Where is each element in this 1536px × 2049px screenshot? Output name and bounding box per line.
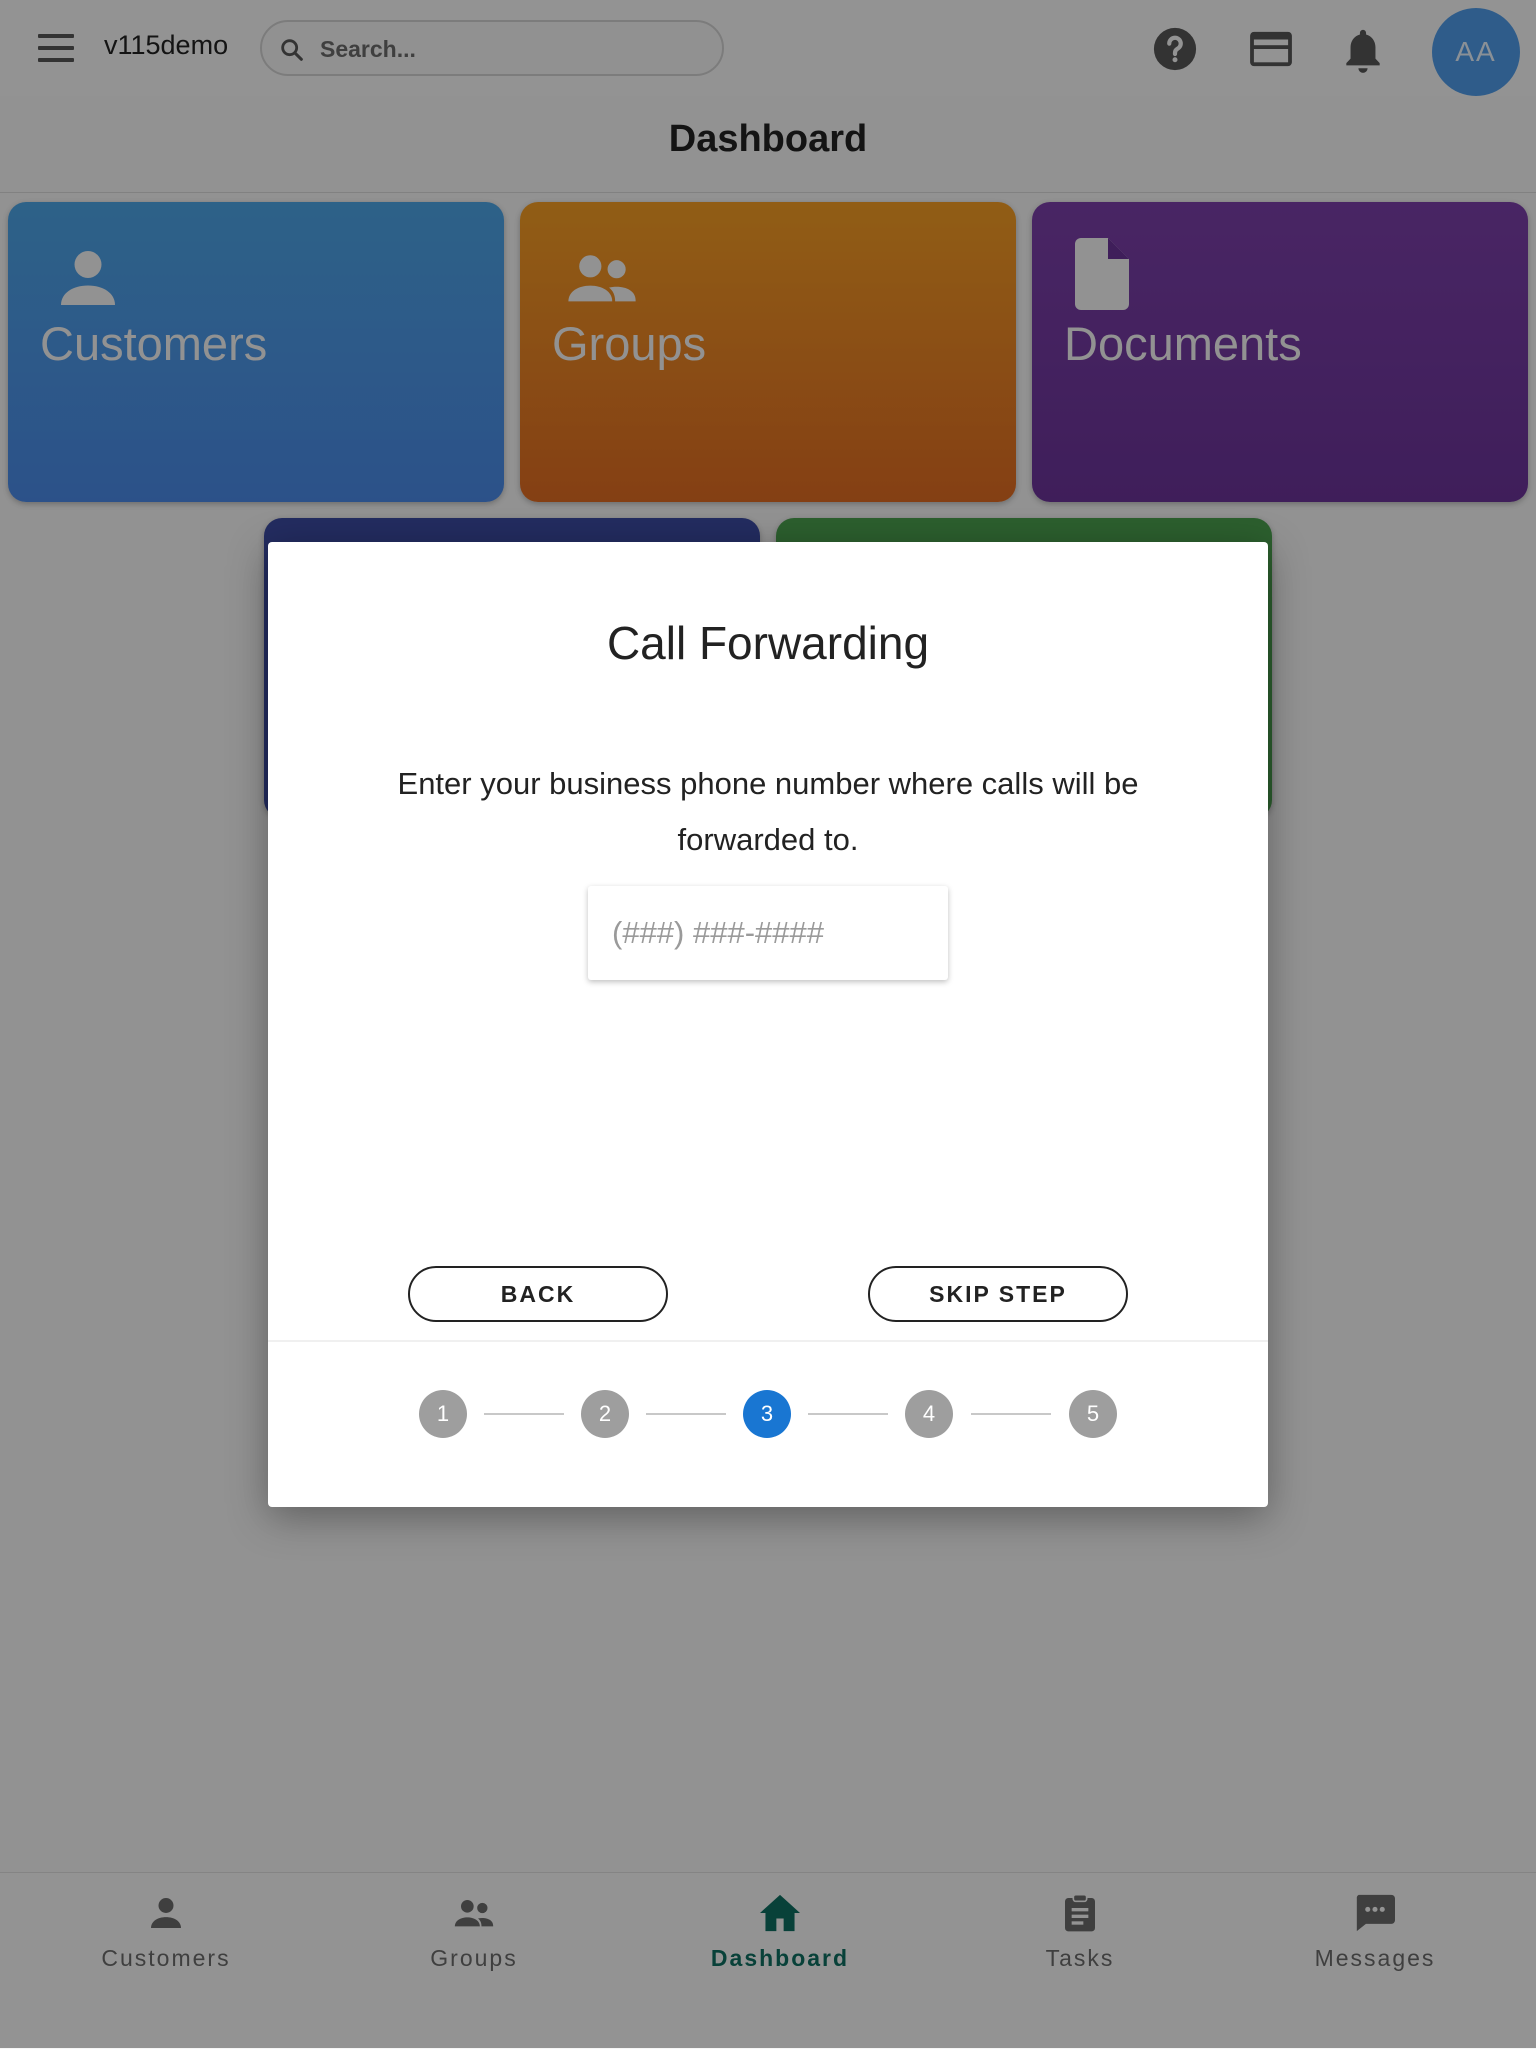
phone-number-input[interactable] bbox=[588, 886, 948, 980]
step-4: 4 bbox=[905, 1390, 953, 1438]
divider bbox=[268, 1340, 1268, 1342]
step-connector bbox=[808, 1413, 888, 1415]
step-connector bbox=[484, 1413, 564, 1415]
dialog-description: Enter your business phone number where c… bbox=[397, 766, 1139, 857]
step-3: 3 bbox=[743, 1390, 791, 1438]
step-connector bbox=[646, 1413, 726, 1415]
call-forwarding-dialog: Call Forwarding Enter your business phon… bbox=[268, 542, 1268, 1507]
skip-step-button[interactable]: SKIP STEP bbox=[868, 1266, 1128, 1322]
step-5: 5 bbox=[1069, 1390, 1117, 1438]
step-1: 1 bbox=[419, 1390, 467, 1438]
dialog-title: Call Forwarding bbox=[606, 617, 930, 669]
back-button[interactable]: BACK bbox=[408, 1266, 668, 1322]
step-connector bbox=[971, 1413, 1051, 1415]
step-2: 2 bbox=[581, 1390, 629, 1438]
